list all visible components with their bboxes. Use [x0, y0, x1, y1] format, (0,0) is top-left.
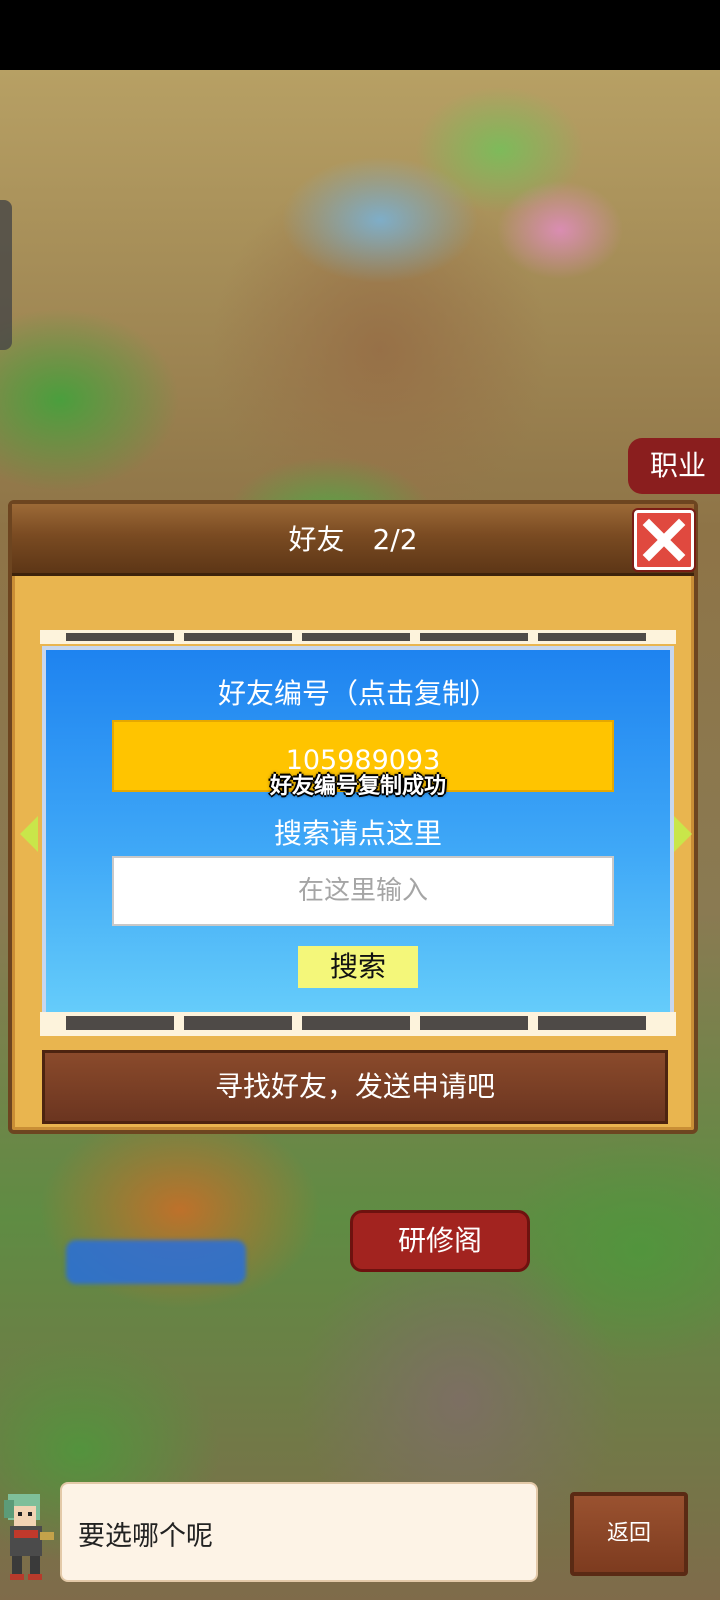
find-friends-banner[interactable]: 寻找好友，发送申请吧	[42, 1050, 668, 1124]
blurred-blue-label	[66, 1240, 246, 1284]
arrow-left-icon[interactable]	[20, 816, 38, 852]
dialog-header: 好友 2/2	[12, 504, 694, 576]
training-hall-label: 研修阁	[350, 1210, 530, 1272]
speech-text: 要选哪个呢	[78, 1521, 213, 1552]
close-icon	[642, 518, 686, 562]
bottom-strip	[40, 1012, 676, 1036]
job-label: 职业	[628, 438, 720, 494]
side-drawer-handle[interactable]	[0, 200, 12, 350]
tab-slot[interactable]	[538, 633, 646, 641]
tab-slot[interactable]	[302, 633, 410, 641]
speech-bubble: 要选哪个呢	[60, 1482, 538, 1582]
close-button[interactable]	[634, 510, 694, 570]
back-button[interactable]: 返回	[570, 1492, 688, 1576]
copy-success-toast: 好友编号复制成功	[269, 774, 446, 799]
friend-dialog: 好友 2/2 好友编号（点击复制） 105989093 好友编号复制成功 搜索请…	[8, 500, 698, 1134]
tab-slot[interactable]	[420, 633, 528, 641]
bottom-slot	[420, 1016, 528, 1030]
status-bar	[0, 0, 720, 70]
search-input[interactable]	[112, 856, 614, 926]
friend-id-panel: 好友编号（点击复制） 105989093 好友编号复制成功 搜索请点这里 搜索	[42, 646, 674, 1020]
bottom-slot	[66, 1016, 174, 1030]
dialog-title: 好友 2/2	[288, 523, 418, 556]
avatar	[4, 1494, 54, 1580]
tabs-strip	[40, 630, 676, 644]
tab-slot[interactable]	[184, 633, 292, 641]
bottom-slot	[538, 1016, 646, 1030]
friend-id-title: 好友编号（点击复制）	[217, 677, 498, 710]
tab-slot[interactable]	[66, 633, 174, 641]
search-hint: 搜索请点这里	[273, 817, 442, 850]
arrow-right-icon[interactable]	[674, 816, 692, 852]
bottom-slot	[184, 1016, 292, 1030]
bottom-slot	[302, 1016, 410, 1030]
search-button[interactable]: 搜索	[298, 946, 418, 988]
